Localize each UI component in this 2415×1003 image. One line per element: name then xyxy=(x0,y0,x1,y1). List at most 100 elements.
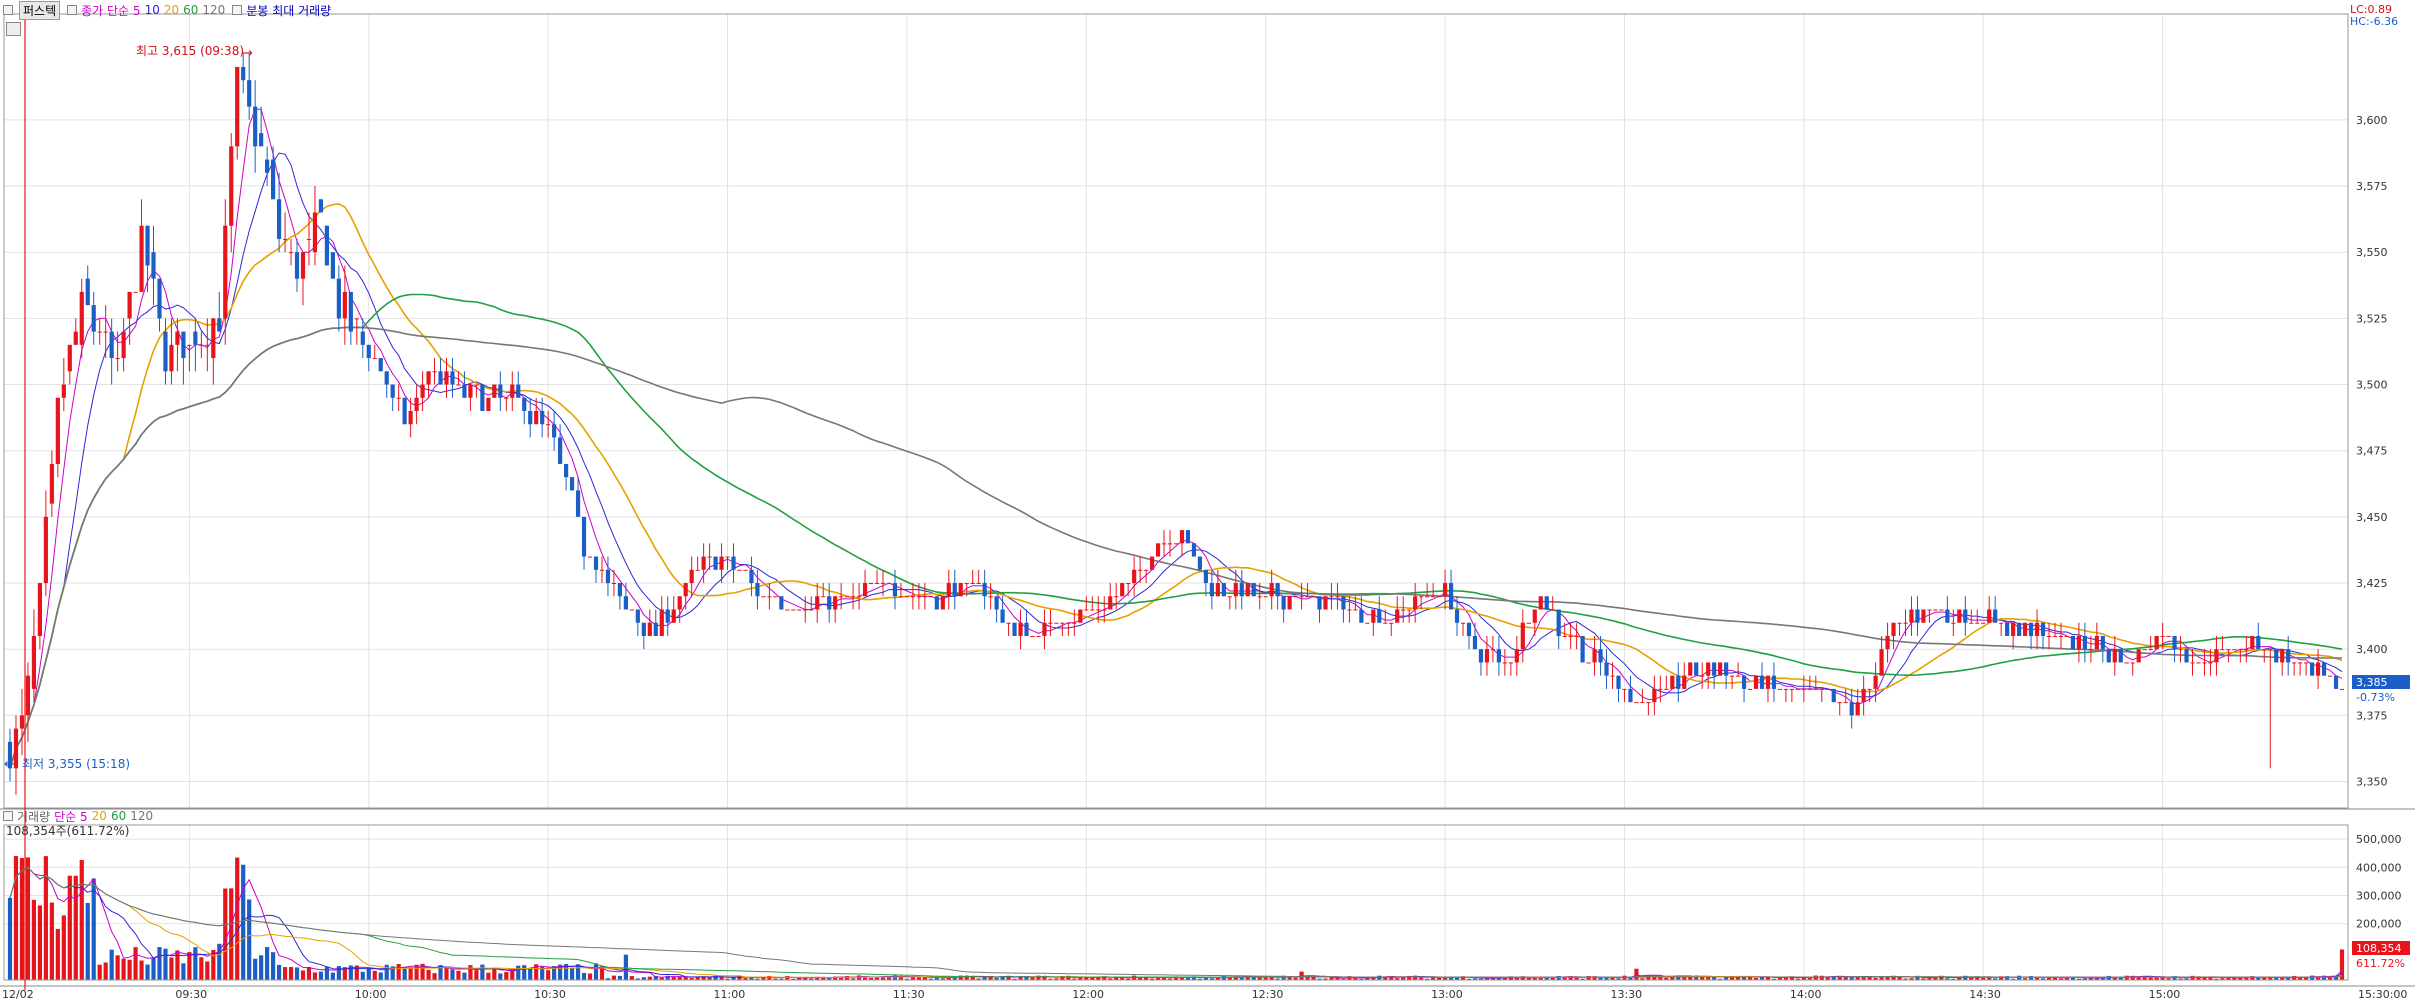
price-tick-label: 3,425 xyxy=(2356,577,2388,590)
candle-body xyxy=(1532,609,1537,623)
volume-bar xyxy=(259,955,264,980)
candle-body xyxy=(2196,662,2201,664)
candle-body xyxy=(1933,609,1938,611)
volume-bar xyxy=(569,967,575,980)
candle-body xyxy=(1712,662,1717,676)
candle-body xyxy=(809,609,814,611)
candle-body xyxy=(1275,583,1280,597)
candle-body xyxy=(462,384,467,398)
collapse-box-icon[interactable] xyxy=(3,5,13,15)
legend-max-volume[interactable]: 분봉 최대 거래량 xyxy=(246,2,331,19)
candle-body xyxy=(2268,649,2273,651)
candle-body xyxy=(2130,662,2135,664)
time-tick-label: 10:30 xyxy=(534,988,566,1001)
candle-body xyxy=(701,556,706,570)
candle-body xyxy=(719,556,724,570)
candle-body xyxy=(1383,622,1388,624)
candle-body xyxy=(498,384,503,398)
candle-body xyxy=(2034,622,2040,636)
candle-body xyxy=(265,159,270,173)
candle-body xyxy=(1676,675,1681,689)
candle-body xyxy=(121,331,126,359)
candle-body xyxy=(1616,675,1621,689)
candle-body xyxy=(1610,675,1615,677)
hc-label: HC:-6.36 xyxy=(2350,15,2398,28)
candle-body xyxy=(922,596,927,598)
candle-body xyxy=(468,384,473,398)
volume-bar xyxy=(79,860,84,980)
candle-body xyxy=(1454,609,1460,623)
legend-ma20[interactable]: 20 xyxy=(164,3,179,17)
volume-bar xyxy=(300,970,306,980)
candle-body xyxy=(43,516,48,584)
candle-body xyxy=(109,331,114,359)
candle-body xyxy=(611,583,617,585)
legend-vol-ma60[interactable]: 60 xyxy=(111,809,126,823)
panel-menu-icon[interactable] xyxy=(6,22,21,36)
legend-ma60[interactable]: 60 xyxy=(183,3,198,17)
legend-ma10[interactable]: 10 xyxy=(145,3,160,17)
candle-body xyxy=(163,331,168,372)
candle-body xyxy=(1909,609,1914,623)
candle-body xyxy=(2100,635,2105,650)
volume-bar xyxy=(581,972,587,980)
legend-ma5[interactable]: 종가 단순 5 xyxy=(81,2,140,19)
candle-body xyxy=(779,596,784,610)
volume-bar xyxy=(611,975,617,980)
volume-bar xyxy=(402,968,407,980)
candle-body xyxy=(599,569,605,571)
candle-body xyxy=(330,252,335,279)
settings-box-icon[interactable] xyxy=(67,5,78,15)
candle-body xyxy=(2321,662,2327,676)
legend-ma120[interactable]: 120 xyxy=(202,3,225,17)
volume-bar xyxy=(444,966,449,980)
candle-body xyxy=(851,596,856,598)
price-tick-label: 3,500 xyxy=(2356,379,2388,392)
volume-bar xyxy=(492,967,497,980)
volume-tick-label: 300,000 xyxy=(2356,889,2402,902)
volume-bar xyxy=(2339,949,2345,980)
time-tick-label: 10:00 xyxy=(355,988,387,1001)
candle-body xyxy=(1939,609,1944,611)
volume-bar xyxy=(528,968,533,980)
max-volume-box-icon[interactable] xyxy=(232,5,243,15)
volume-bar xyxy=(187,952,192,980)
candle-body xyxy=(1436,596,1442,598)
legend-vol-ma20[interactable]: 20 xyxy=(92,809,107,823)
candle-body xyxy=(952,583,957,597)
candle-body xyxy=(1179,530,1185,544)
volume-tick-label: 400,000 xyxy=(2356,861,2402,874)
volume-bar xyxy=(486,972,491,980)
stock-name[interactable]: 퍼스텍 xyxy=(19,0,61,20)
candle-body xyxy=(294,252,300,279)
candle-body xyxy=(1185,530,1191,544)
candle-body xyxy=(629,609,634,611)
candle-body xyxy=(1837,702,1842,704)
candle-body xyxy=(940,596,945,610)
candle-body xyxy=(211,318,216,359)
legend-vol-ma120[interactable]: 120 xyxy=(130,809,153,823)
candle-body xyxy=(2160,635,2165,637)
candle-body xyxy=(384,371,389,385)
candle-body xyxy=(1466,622,1472,636)
candle-body xyxy=(1132,569,1137,584)
candle-body xyxy=(785,609,790,611)
volume-bar xyxy=(199,957,204,980)
candle-body xyxy=(2005,622,2010,636)
volume-bar xyxy=(109,949,114,980)
candle-body xyxy=(2154,635,2159,650)
volume-bar xyxy=(157,947,162,980)
candle-body xyxy=(1030,635,1035,637)
candle-body xyxy=(2220,649,2225,651)
volume-collapse-box-icon[interactable] xyxy=(3,811,13,821)
candle-body xyxy=(37,583,42,636)
candle-body xyxy=(1126,583,1131,585)
candle-body xyxy=(2244,649,2249,651)
volume-bar xyxy=(282,967,288,980)
stock-chart[interactable]: 3,600 3,575 3,550 3,525 3,500 3,475 3,450 3,425… xyxy=(0,0,2415,1003)
price-tick-label: 3,375 xyxy=(2356,709,2388,722)
candle-body xyxy=(1215,583,1220,597)
volume-bar xyxy=(115,955,120,980)
candle-body xyxy=(2088,649,2093,651)
candle-body xyxy=(1592,649,1597,663)
